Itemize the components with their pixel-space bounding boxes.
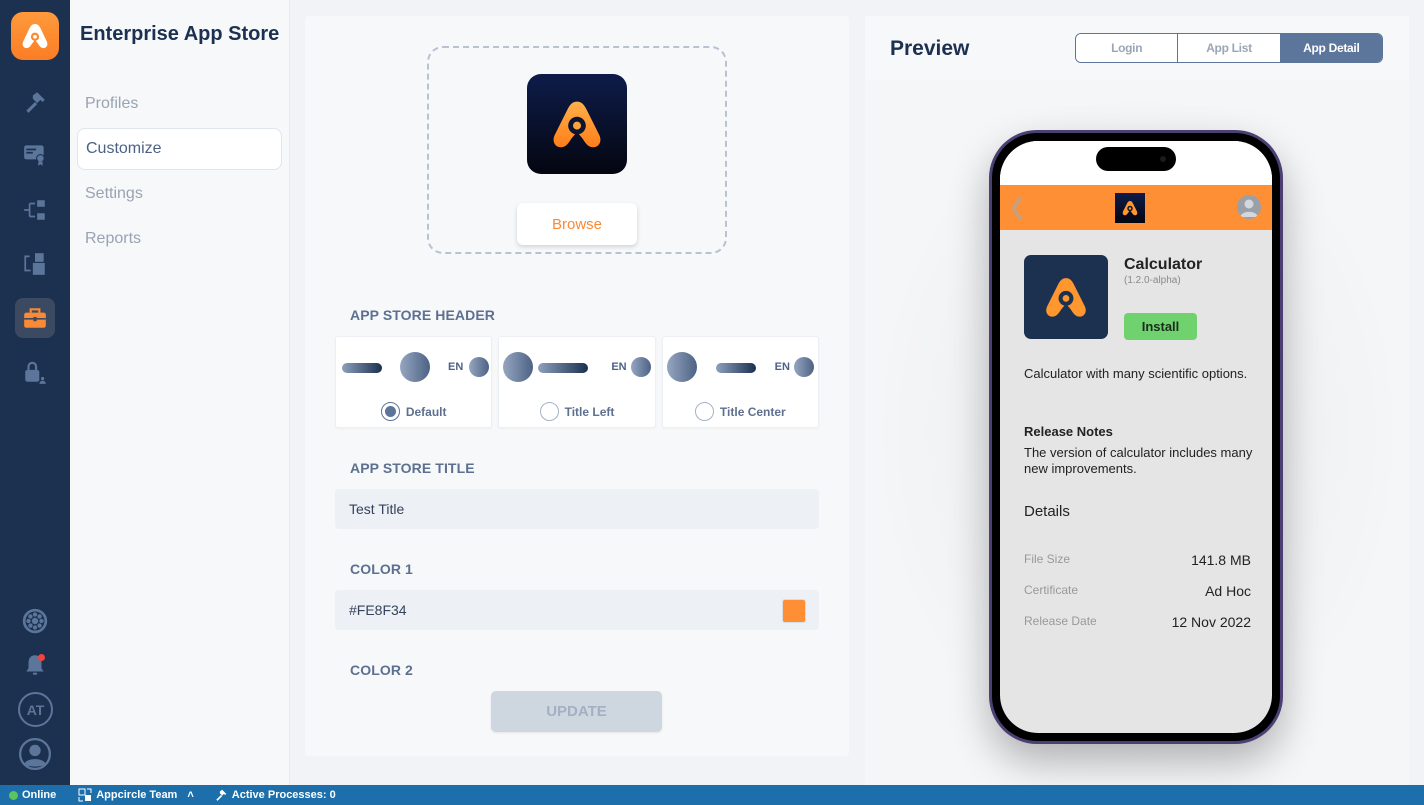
radio-default[interactable] bbox=[380, 402, 400, 421]
module-sidebar: Enterprise App Store Profiles Customize … bbox=[70, 0, 290, 785]
header-logo-icon bbox=[1115, 193, 1145, 223]
logo-drop-zone[interactable]: Browse bbox=[427, 46, 727, 254]
dynamic-island bbox=[1096, 147, 1176, 171]
tab-app-detail[interactable]: App Detail bbox=[1280, 34, 1382, 62]
radio-title-center[interactable] bbox=[694, 402, 714, 421]
preview-panel: Preview Login App List App Detail ❮ Calc… bbox=[865, 16, 1409, 785]
app-name: Calculator bbox=[1124, 256, 1203, 273]
app-store-logo-preview bbox=[527, 74, 627, 174]
option-label: Default bbox=[405, 404, 447, 419]
detail-row: Certificate Ad Hoc bbox=[1024, 583, 1251, 599]
radio-title-left[interactable] bbox=[539, 402, 559, 421]
briefcase-icon[interactable] bbox=[15, 298, 55, 338]
option-label: Title Center bbox=[719, 404, 786, 419]
install-button[interactable]: Install bbox=[1124, 313, 1197, 340]
organization-avatar[interactable]: AT bbox=[18, 692, 53, 727]
header-option-title-left[interactable]: EN Title Left bbox=[498, 336, 656, 428]
color2-label: COLOR 2 bbox=[350, 662, 413, 678]
settings-wheel-icon[interactable] bbox=[15, 601, 55, 641]
color1-input[interactable]: #FE8F34 bbox=[335, 590, 819, 630]
details-title: Details bbox=[1024, 503, 1070, 520]
tab-login[interactable]: Login bbox=[1076, 34, 1179, 62]
chevron-up-icon: ˄ bbox=[187, 789, 194, 801]
preview-tabs: Login App List App Detail bbox=[1075, 33, 1383, 63]
user-avatar-icon[interactable] bbox=[1237, 195, 1261, 219]
notification-badge bbox=[38, 654, 45, 661]
update-button[interactable]: UPDATE bbox=[491, 691, 662, 732]
phone-mockup: ❮ Calculator (1.2.0-alpha) Install Calcu… bbox=[989, 130, 1283, 744]
nav-item-profiles[interactable]: Profiles bbox=[77, 83, 282, 125]
app-icon bbox=[1024, 255, 1108, 339]
nav-item-reports[interactable]: Reports bbox=[77, 218, 282, 260]
customize-panel: Browse APP STORE HEADER EN Default EN Ti… bbox=[305, 16, 849, 756]
release-notes-text: The version of calculator includes many … bbox=[1024, 445, 1253, 476]
header-option-default[interactable]: EN Default bbox=[335, 336, 493, 428]
distribution-icon[interactable] bbox=[15, 190, 55, 230]
preview-title: Preview bbox=[890, 37, 970, 60]
lock-user-icon[interactable] bbox=[15, 352, 55, 392]
color1-label: COLOR 1 bbox=[350, 561, 413, 577]
nav-item-customize[interactable]: Customize bbox=[77, 128, 282, 170]
app-version: (1.2.0-alpha) bbox=[1124, 275, 1181, 286]
option-label: Title Left bbox=[564, 404, 615, 419]
title-section-label: APP STORE TITLE bbox=[350, 460, 475, 476]
active-processes[interactable]: Active Processes: 0 bbox=[214, 788, 336, 802]
team-switcher[interactable]: Appcircle Team ˄ bbox=[78, 788, 194, 802]
certificate-icon[interactable] bbox=[15, 134, 55, 174]
hammer-icon bbox=[216, 789, 227, 801]
phone-app-header: ❮ bbox=[1000, 185, 1272, 230]
header-section-label: APP STORE HEADER bbox=[350, 307, 496, 323]
user-profile-icon[interactable] bbox=[15, 734, 55, 774]
header-layout-options: EN Default EN Title Left EN Title Center bbox=[335, 336, 819, 428]
app-store-title-input[interactable] bbox=[335, 489, 819, 529]
tab-app-list[interactable]: App List bbox=[1178, 34, 1281, 62]
online-dot-icon bbox=[9, 790, 18, 800]
appcircle-logo-icon[interactable] bbox=[11, 12, 59, 60]
status-bar: Online Appcircle Team ˄ Active Processes:… bbox=[0, 785, 1424, 805]
online-status: Online bbox=[9, 789, 56, 801]
nav-item-settings[interactable]: Settings bbox=[77, 173, 282, 215]
bell-icon[interactable] bbox=[15, 645, 55, 685]
release-notes-title: Release Notes bbox=[1024, 424, 1113, 439]
phone-screen: ❮ Calculator (1.2.0-alpha) Install Calcu… bbox=[1000, 141, 1272, 733]
header-option-title-center[interactable]: EN Title Center bbox=[661, 336, 819, 428]
app-description: Calculator with many scientific options. bbox=[1024, 366, 1248, 381]
workflow-icon[interactable] bbox=[15, 244, 55, 284]
team-icon bbox=[78, 788, 92, 802]
detail-row: File Size 141.8 MB bbox=[1024, 552, 1251, 568]
icon-rail: AT bbox=[0, 0, 70, 785]
detail-row: Release Date 12 Nov 2022 bbox=[1024, 614, 1251, 630]
back-chevron-icon[interactable]: ❮ bbox=[1008, 194, 1026, 220]
hammer-icon[interactable] bbox=[15, 82, 55, 122]
color1-swatch[interactable] bbox=[782, 599, 806, 623]
module-title: Enterprise App Store bbox=[80, 23, 280, 45]
browse-button[interactable]: Browse bbox=[517, 203, 637, 245]
color1-value: #FE8F34 bbox=[349, 602, 407, 618]
